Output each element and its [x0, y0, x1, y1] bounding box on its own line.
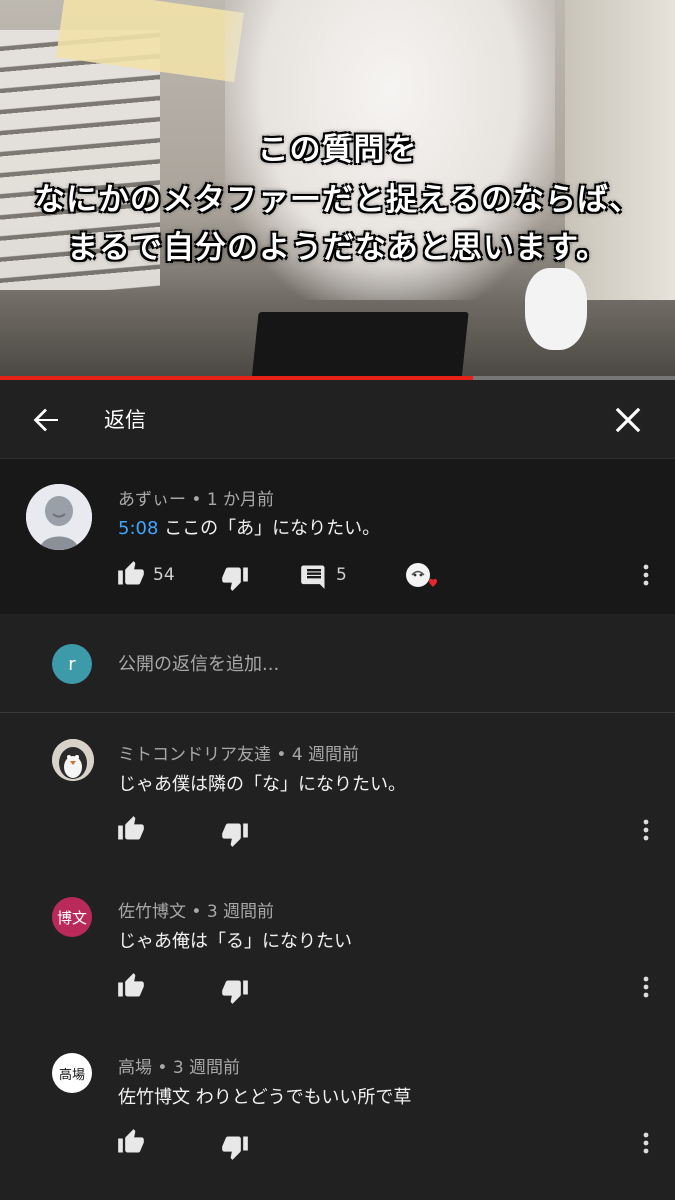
- avatar[interactable]: [52, 739, 94, 781]
- reply-author-meta[interactable]: 高場 • 3 週間前: [118, 1053, 240, 1078]
- header-title: 返信: [104, 408, 146, 432]
- dislike-button[interactable]: [221, 564, 251, 594]
- like-count: 54: [153, 565, 175, 585]
- dislike-button[interactable]: [221, 977, 251, 1007]
- reply-author-meta[interactable]: ミトコンドリア友達 • 4 週間前: [118, 740, 359, 765]
- thumbs-up-icon: [118, 973, 144, 997]
- thumbs-down-icon: [222, 567, 248, 591]
- more-vertical-icon: [643, 564, 649, 586]
- current-user-avatar: r: [52, 644, 92, 684]
- reply-count: 5: [336, 565, 347, 585]
- reply-text: じゃあ俺は「る」になりたい: [118, 931, 352, 952]
- reply-text: じゃあ僕は隣の「な」になりたい。: [118, 774, 406, 795]
- creator-heart-badge: [405, 562, 437, 592]
- video-shoe: [525, 268, 587, 350]
- user-silhouette-icon: [26, 484, 92, 550]
- comment-timestamp-link[interactable]: 5:08: [118, 518, 158, 539]
- comment-icon: [301, 565, 325, 589]
- penguin-avatar-icon: [52, 739, 94, 781]
- avatar[interactable]: [26, 484, 92, 550]
- arrow-left-icon: [33, 408, 58, 432]
- comment-text: 5:08 ここの「あ」になりたい。: [118, 514, 380, 540]
- thumbs-up-icon: [118, 816, 144, 840]
- comment-body: ここの「あ」になりたい。: [164, 518, 381, 539]
- dislike-button[interactable]: [221, 820, 251, 850]
- section-divider: [0, 712, 675, 713]
- current-user-avatar-letter: r: [68, 653, 76, 675]
- reply-author-meta[interactable]: 佐竹博文 • 3 週間前: [118, 897, 274, 922]
- more-vertical-icon: [643, 1132, 649, 1154]
- replies-header: 返信: [0, 380, 675, 459]
- parent-comment: あずぃー • 1 か月前 5:08 ここの「あ」になりたい。 54 5: [0, 459, 675, 614]
- like-button[interactable]: [117, 560, 147, 590]
- like-button[interactable]: [117, 1128, 147, 1158]
- thumbs-up-icon: [118, 561, 144, 585]
- avatar[interactable]: 博文: [52, 897, 92, 937]
- add-reply-input[interactable]: 公開の返信を追加...: [118, 650, 279, 676]
- comment-more-button[interactable]: [636, 559, 656, 593]
- add-reply-row[interactable]: r: [0, 614, 675, 712]
- thumbs-down-icon: [222, 823, 248, 847]
- avatar[interactable]: 高場: [52, 1053, 92, 1093]
- video-player[interactable]: この質問を なにかのメタファーだと捉えるのならば、 まるで自分のようだなあと思い…: [0, 0, 675, 380]
- dislike-button[interactable]: [221, 1133, 251, 1163]
- video-sushi-tray: [251, 312, 469, 380]
- reply-more-button[interactable]: [636, 1127, 656, 1161]
- close-icon: [615, 407, 641, 433]
- thumbs-up-icon: [118, 1129, 144, 1153]
- avatar-text: 高場: [58, 1067, 85, 1083]
- thumbs-down-icon: [222, 1136, 248, 1160]
- creator-heart-icon: [406, 563, 437, 588]
- video-subtitle-line-2: なにかのメタファーだと捉えるのならば、: [33, 182, 642, 218]
- reply-text: 佐竹博文 わりとどうでもいい所で草: [118, 1087, 412, 1108]
- avatar-text: 博文: [56, 908, 87, 927]
- thumbs-down-icon: [222, 980, 248, 1004]
- more-vertical-icon: [643, 976, 649, 998]
- comment-author-meta[interactable]: あずぃー • 1 か月前: [118, 485, 274, 510]
- reply-count-button[interactable]: [300, 562, 330, 592]
- reply-more-button[interactable]: [636, 814, 656, 848]
- video-subtitle-line-1: この質問を: [257, 132, 418, 168]
- reply-more-button[interactable]: [636, 971, 656, 1005]
- video-subtitle-line-3: まるで自分のようだなあと思います。: [67, 230, 608, 266]
- like-button[interactable]: [117, 972, 147, 1002]
- back-button[interactable]: [26, 400, 66, 440]
- like-button[interactable]: [117, 815, 147, 845]
- close-button[interactable]: [608, 400, 648, 440]
- more-vertical-icon: [643, 819, 649, 841]
